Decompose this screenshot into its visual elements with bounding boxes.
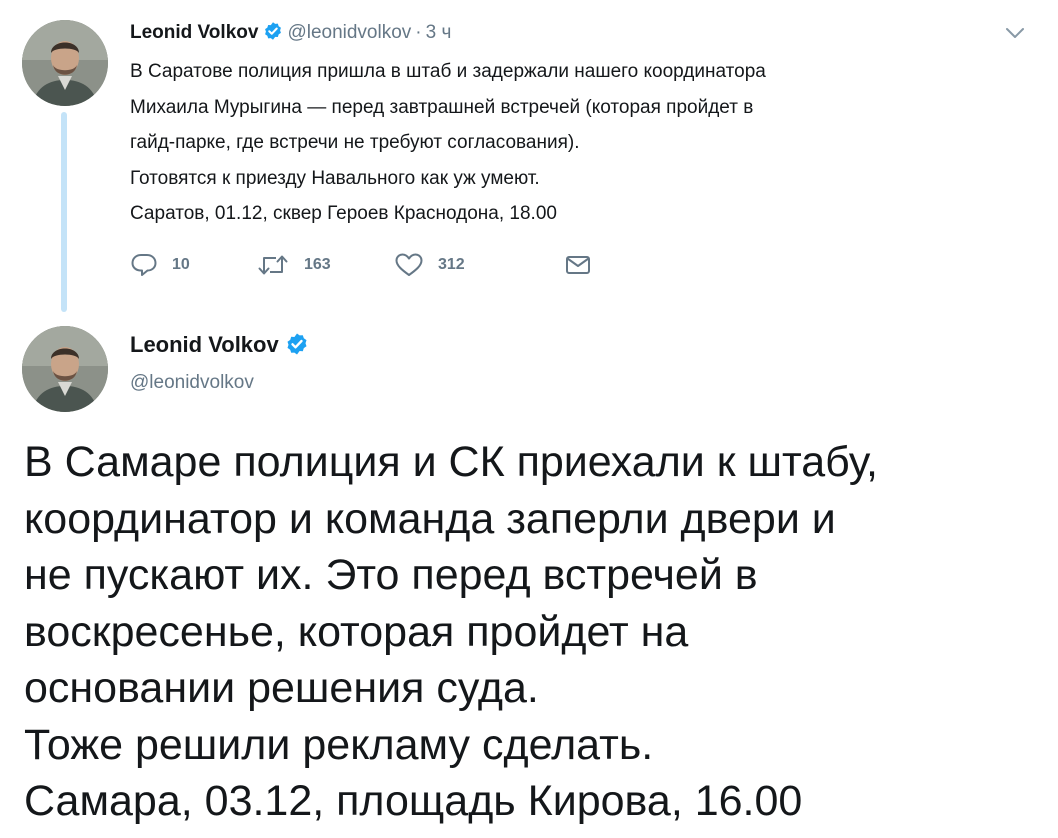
main-tweet-author: Leonid Volkov [130, 330, 313, 364]
retweet-button[interactable]: 163 [256, 252, 331, 278]
tweet-text-line: координатор и команда заперли двери и [24, 494, 836, 543]
avatar[interactable] [22, 326, 108, 412]
tweet-text-line: основании решения суда. [24, 664, 539, 712]
avatar-photo [22, 20, 108, 106]
tweet-text-line: воскресенье, которая пройдет на [24, 607, 689, 656]
tweet-text-line: не пускают их. Это перед встречей в [24, 551, 758, 599]
tweet-text-line: гайд-парке, где встречи не требуют согла… [130, 132, 580, 153]
separator-dot: · [415, 22, 422, 43]
retweet-count: 163 [304, 256, 331, 273]
author-name[interactable]: Leonid Volkov [130, 22, 258, 43]
like-count: 312 [438, 256, 465, 273]
reply-button[interactable]: 10 [130, 252, 190, 278]
tweet-text-line: В Самаре полиция и СК приехали к штабу, [24, 438, 878, 486]
author-name[interactable]: Leonid Volkov [130, 332, 279, 357]
like-button[interactable]: 312 [394, 252, 465, 278]
heart-icon [394, 252, 424, 278]
tweet-text-line: В Саратове полиция пришла в штаб и задер… [130, 61, 766, 82]
envelope-icon [564, 252, 592, 278]
reply-count: 10 [172, 256, 190, 273]
author-handle[interactable]: @leonidvolkov [130, 370, 254, 396]
reply-icon [130, 252, 158, 278]
tweet-text-line: Саратов, 01.12, сквер Героев Краснодона,… [130, 203, 557, 224]
main-tweet-text: В Самаре полиция и СК приехали к штабу, … [24, 434, 1044, 830]
avatar-photo [22, 326, 108, 412]
tweet-text-line: Михаила Мурыгина — перед завтрашней встр… [130, 96, 754, 118]
tweet-text-line: Тоже решили рекламу сделать. [24, 720, 654, 769]
direct-message-button[interactable] [564, 252, 592, 278]
parent-tweet-header: Leonid Volkov @leonidvolkov · 3 ч [130, 20, 451, 49]
thread-connector-line [61, 112, 67, 312]
chevron-down-icon[interactable] [1004, 22, 1026, 44]
tweet-timestamp[interactable]: 3 ч [426, 22, 452, 43]
author-handle[interactable]: @leonidvolkov [287, 22, 411, 43]
tweet-text-line: Готовятся к приезду Навального как уж ум… [130, 167, 540, 189]
tweet-text-line: Самара, 03.12, площадь Кирова, 16.00 [24, 777, 803, 825]
verified-badge-icon [263, 21, 283, 49]
avatar[interactable] [22, 20, 108, 106]
retweet-icon [256, 252, 290, 278]
parent-tweet-text: В Саратове полиция пришла в штаб и задер… [130, 54, 1020, 232]
verified-badge-icon [285, 332, 309, 364]
